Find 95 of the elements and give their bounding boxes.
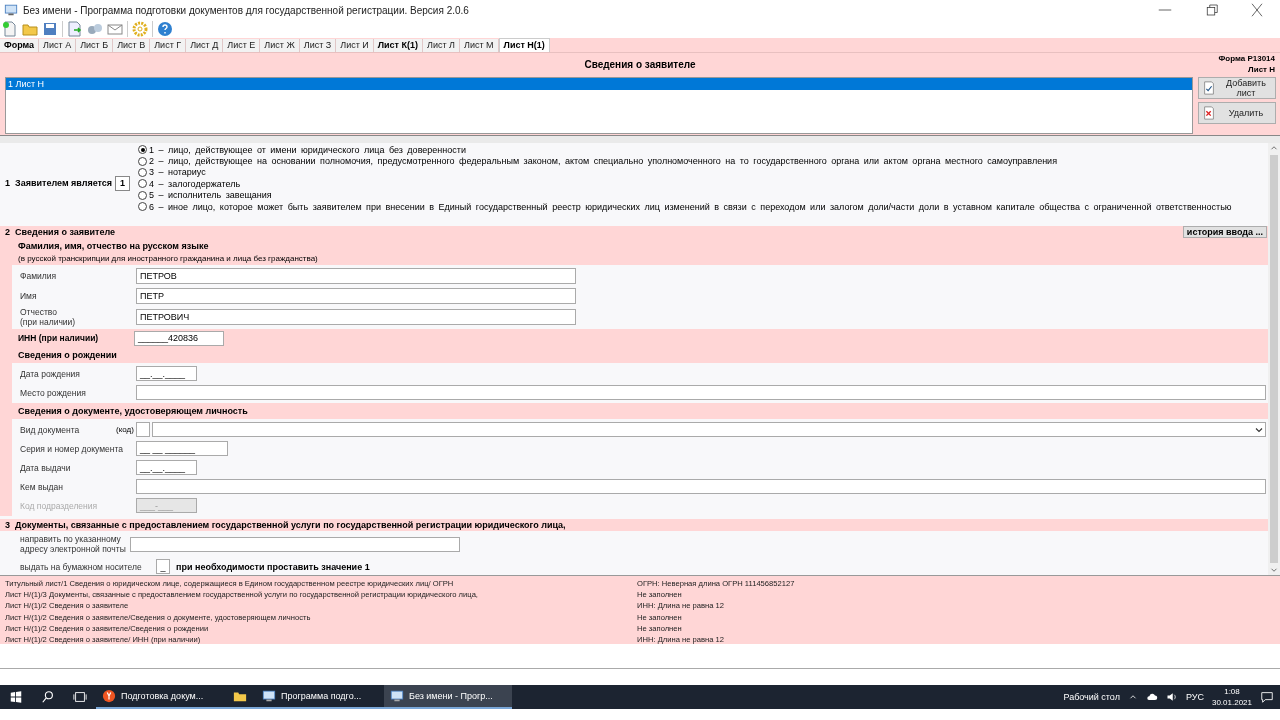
delete-button[interactable]: Удалить — [1198, 102, 1276, 124]
monitor-icon — [262, 689, 276, 703]
subsection-title: Сведения о документе, удостоверяющем личность — [17, 405, 249, 418]
section-label: 1 Заявителем является — [5, 178, 114, 188]
paper-field[interactable]: _ — [156, 559, 170, 574]
sheet-tab[interactable]: Лист Л — [423, 39, 460, 52]
field-label: ИНН (при наличии) — [18, 333, 100, 343]
document-cross-icon — [1202, 106, 1216, 120]
sheet-tab[interactable]: Лист А — [39, 39, 77, 52]
field-label: Имя — [20, 291, 38, 301]
code-field[interactable]: 1 — [115, 175, 130, 191]
taskbar-app[interactable]: Подготовка докум... — [96, 685, 224, 709]
sheet-tab[interactable]: Лист Е — [223, 39, 261, 52]
clock[interactable]: 1:08 30.01.2021 — [1211, 686, 1252, 708]
app-icon — [4, 3, 18, 17]
radio-button[interactable] — [138, 190, 147, 200]
field-label: Место рождения — [20, 387, 87, 398]
option-label: 6 – иное лицо, которое может быть заявителем при внесении в Единый государственный реестр юридических лиц изменений в связи с переходом или залогом доли/части доли в уставном капитале общества с ограниченной ответственностью — [149, 201, 1232, 212]
help-icon[interactable] — [157, 21, 173, 37]
code-label: (код) — [116, 425, 134, 434]
section-title: 3 Документы, связанные с предоставлением государственной услуги по государственной регистрации юридического лица, — [5, 520, 566, 530]
history-button[interactable]: история ввода ... — [1182, 226, 1267, 238]
code-field[interactable] — [136, 422, 150, 437]
field-label: направить по указанному адресу электронной почты — [20, 534, 127, 554]
radio-button[interactable] — [138, 179, 147, 189]
input-field[interactable]: __.__.____ — [136, 366, 197, 381]
field-label: Дата рождения — [20, 368, 81, 379]
email-field[interactable] — [130, 536, 460, 552]
search-icon[interactable] — [41, 690, 55, 704]
sheet-tab[interactable]: Лист М — [460, 39, 499, 52]
mail-icon[interactable] — [107, 21, 123, 37]
form-code: Форма Р13014 — [1218, 54, 1275, 63]
radio-button[interactable] — [138, 202, 147, 212]
monitor-icon — [390, 689, 404, 703]
sheet-tab[interactable]: Лист К(1) — [373, 39, 424, 52]
language-indicator[interactable]: РУС — [1185, 692, 1204, 702]
input-field[interactable]: __.__.____ — [136, 460, 197, 475]
dropdown-field[interactable] — [152, 422, 1266, 437]
field-label: Вид документа — [20, 424, 81, 435]
field-label: Серия и номер документа — [20, 443, 124, 454]
sheet-tab[interactable]: Лист И — [336, 39, 374, 52]
subsection-title: Фамилия, имя, отчество на русском языке — [17, 240, 210, 253]
section-title: 2 Сведения о заявителе — [5, 227, 116, 237]
field-label: Фамилия — [20, 271, 58, 281]
browser-icon — [102, 689, 116, 703]
sheet-tab[interactable]: Форма — [0, 39, 40, 52]
window-title: Без имени - Программа подготовки документов для государственной регистрации. Версия 2.0.6 — [23, 4, 470, 16]
notification-icon[interactable] — [1260, 690, 1274, 704]
taskbar-app[interactable]: Без имени - Прогр... — [384, 685, 512, 709]
sheet-tab[interactable]: Лист З — [299, 39, 337, 52]
field-note: (при наличии) — [20, 317, 77, 327]
input-field[interactable]: __ __ ______ — [136, 441, 228, 456]
add-sheet-button[interactable]: Добавить лист — [1198, 77, 1276, 99]
export-icon[interactable] — [67, 21, 83, 37]
option-label: 5 – исполнитель завещания — [149, 190, 272, 201]
input-field[interactable]: ПЕТРОВИЧ — [136, 309, 576, 325]
sheet-tab[interactable]: Лист Г — [150, 39, 187, 52]
field-label: Кем выдан — [20, 481, 64, 492]
new-document-icon[interactable] — [2, 21, 18, 37]
inn-field[interactable]: ______420836 — [134, 330, 224, 346]
field-label: выдать на бумажном носителе — [20, 561, 143, 572]
input-field[interactable]: ПЕТР — [136, 288, 576, 304]
sheet-tab[interactable]: Лист Ж — [260, 39, 300, 52]
hint-text: при необходимости проставить значение 1 — [176, 561, 370, 572]
sheet-list-item[interactable]: 1 Лист Н — [6, 78, 1192, 90]
save-icon[interactable] — [42, 21, 58, 37]
sheet-tab[interactable]: Лист Б — [76, 39, 114, 52]
cloud-icon[interactable] — [1145, 691, 1158, 703]
input-field[interactable] — [136, 479, 1266, 494]
field-label: Отчество — [20, 307, 58, 317]
scrollbar[interactable] — [1268, 143, 1280, 575]
field-label: Код подразделения — [20, 500, 99, 511]
radio-button[interactable] — [138, 167, 147, 177]
note-text: (в русской транскрипции для иностранного гражданина и лица без гражданства) — [17, 254, 319, 265]
sheet-tab[interactable]: Лист Н(1) — [498, 38, 550, 52]
start-icon[interactable] — [9, 690, 23, 704]
speaker-icon[interactable] — [1165, 691, 1178, 703]
option-label: 4 – залогодержатель — [149, 178, 241, 189]
document-check-icon — [1202, 81, 1216, 95]
radio-button[interactable] — [138, 145, 147, 155]
form-title: Сведения о заявителе — [584, 58, 696, 70]
task-view-icon[interactable] — [73, 690, 87, 704]
desktop-label[interactable]: Рабочий стол — [1063, 692, 1120, 702]
option-label: 2 – лицо, действующее на основании полномочия, предусмотренного федеральным законом, актом специально уполномоченного на то государственного органа или актом органа местного самоуправления — [149, 156, 1058, 167]
sheet-tab[interactable]: Лист Д — [186, 39, 224, 52]
field-label: Дата выдачи — [20, 462, 72, 473]
option-label: 3 – нотариус — [149, 167, 206, 178]
input-field[interactable]: ПЕТРОВ — [136, 268, 576, 284]
radio-button[interactable] — [138, 156, 147, 166]
option-label: 1 – лицо, действующее от имени юридического лица без доверенности — [149, 144, 466, 155]
input-field[interactable] — [136, 385, 1266, 400]
gear-icon[interactable] — [132, 21, 148, 37]
sheet-label: Лист Н — [1248, 65, 1275, 74]
sheet-tab[interactable]: Лист В — [113, 39, 151, 52]
subsection-title: Сведения о рождении — [17, 349, 118, 362]
